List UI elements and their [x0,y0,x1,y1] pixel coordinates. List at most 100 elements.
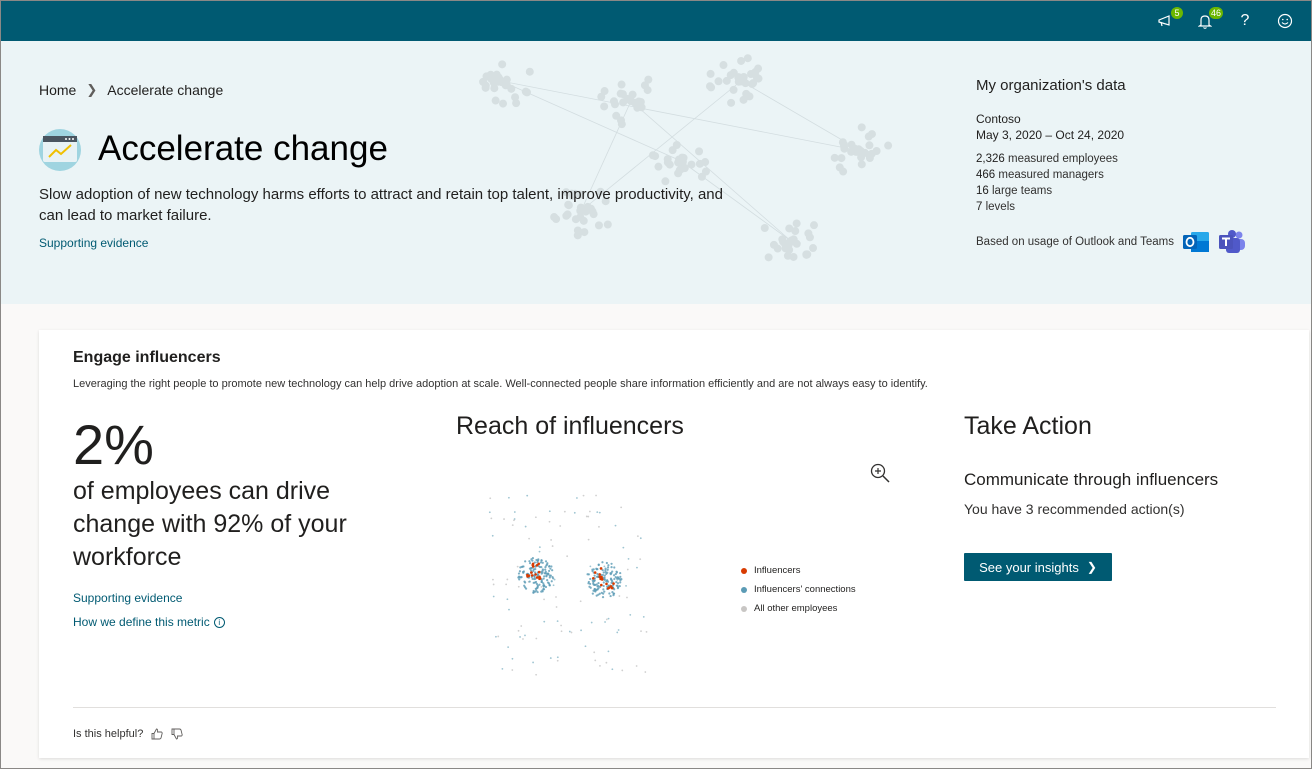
thumbs-up-icon[interactable] [151,728,163,740]
network-node-influencer [600,583,603,587]
network-node-connection [596,588,599,591]
metric-definition-link[interactable]: How we define this metric i [73,615,225,629]
network-node-connection [601,573,604,577]
bg-network-node [884,141,893,150]
legend-dot-red [741,567,747,574]
network-node-other [559,525,562,527]
network-node-other [599,664,601,667]
network-node-connection [546,579,549,582]
bg-network-node [864,132,873,141]
network-node-influencer [538,577,541,581]
network-node-connection [551,575,554,579]
bg-network-node [600,102,609,111]
network-node-influencer [593,571,597,574]
notification-badge: 46 [1208,7,1223,19]
network-node-connection [521,565,524,568]
network-node-connection [619,581,622,584]
network-node-connection [540,572,543,575]
network-node-other [506,598,509,601]
background-network-graphic [479,54,893,262]
bg-network-node [739,95,748,104]
announcement-badge: 5 [1171,7,1183,19]
network-node-connection [602,588,605,591]
bg-network-node [499,99,508,108]
bg-network-node [619,98,628,107]
see-insights-button[interactable]: See your insights ❯ [964,553,1112,581]
bg-network-node [792,239,801,248]
org-stat-employees: 2,326 measured employees [976,153,1118,165]
network-node-other [605,618,608,621]
bg-network-node [663,155,672,164]
network-node-other [629,613,632,616]
hero-banner: Home ❯ Accelerate change Accelerate chan… [1,41,1311,304]
metric-value: 2% [73,413,154,476]
network-node-other [511,524,514,527]
bg-network-node [749,79,758,88]
network-node-other [556,620,559,623]
card-title: Engage influencers [73,349,221,366]
network-node-connection [528,580,531,583]
network-node-connection [601,561,604,564]
network-node-other [618,595,621,597]
help-icon[interactable]: ? [1233,9,1257,33]
network-node-other [639,558,642,561]
network-node-other [639,537,642,540]
info-icon: i [213,616,225,628]
legend-item-influencers: Influencers [741,561,856,580]
network-node-other [625,585,627,587]
org-date-range: May 3, 2020 – Oct 24, 2020 [976,128,1125,142]
network-node-connection [524,560,527,563]
network-node-other [526,494,529,497]
network-node-connection [617,577,620,580]
network-node-other [587,538,590,541]
network-node-other [555,606,558,608]
organization-data-panel: My organization's data Contoso May 3, 20… [976,77,1296,255]
top-bar: 5 46 ? [1,1,1311,41]
bg-network-node [805,233,814,242]
network-node-influencer [537,570,541,574]
network-node-other [645,630,648,633]
bg-network-node [769,240,778,249]
zoom-in-icon[interactable] [869,462,891,484]
network-node-other [524,634,526,637]
network-node-other [556,659,559,662]
network-node-other [642,615,645,618]
network-node-other [595,494,597,497]
network-node-connection [540,559,543,562]
feedback-smiley-icon[interactable] [1273,9,1297,33]
bg-network-node [792,219,801,228]
network-node-other [535,637,538,640]
network-node-other [511,669,514,671]
network-node-connection [529,567,533,570]
metric-supporting-evidence-link[interactable]: Supporting evidence [73,591,182,605]
network-node-other [588,510,591,513]
bg-network-node [637,103,646,112]
breadcrumb-home-link[interactable]: Home [39,82,76,98]
network-node-other [548,510,551,513]
network-node-other [552,584,555,587]
network-node-connection [548,569,551,573]
bg-network-node [612,111,621,120]
metric-description: of employees can drive change with 92% o… [73,477,347,571]
announcement-icon[interactable]: 5 [1153,7,1183,33]
network-node-influencer [535,576,539,579]
bg-network-node [523,88,532,97]
hero-supporting-evidence-link[interactable]: Supporting evidence [39,236,148,250]
network-node-other [535,673,538,676]
influencer-network-graph [488,494,648,676]
network-node-other [587,515,590,518]
notification-bell-icon[interactable]: 46 [1193,7,1223,33]
network-node-connection [615,580,618,584]
bg-network-node [511,93,520,102]
network-node-connection [616,584,619,587]
network-node-other [590,621,593,624]
network-node-other [566,555,569,558]
breadcrumb: Home ❯ Accelerate change [39,82,223,98]
network-node-other [534,516,537,519]
bg-network-node [719,61,728,70]
network-node-other [621,669,624,672]
thumbs-down-icon[interactable] [171,728,183,740]
network-node-connection [545,563,549,566]
network-node-connection [607,564,610,567]
bg-network-node [616,89,625,98]
